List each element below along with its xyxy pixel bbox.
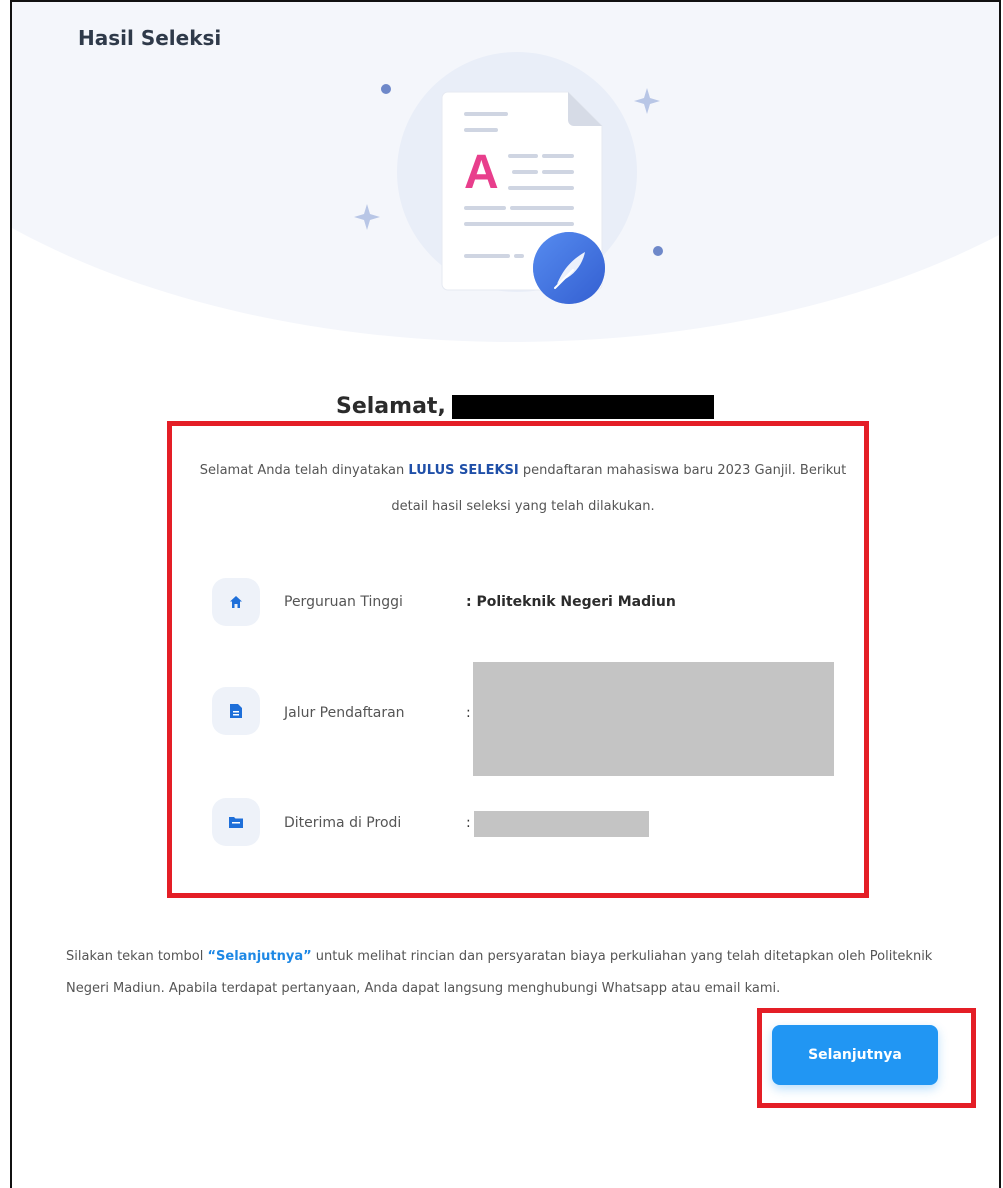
redacted-jalur-pendaftaran [473, 662, 834, 776]
detail-value-diterima-di-prodi: : [466, 815, 471, 831]
detail-label-jalur-pendaftaran: Jalur Pendaftaran [284, 705, 405, 721]
sparkle-decoration [634, 88, 660, 114]
document-illustration: A [354, 52, 663, 304]
dot-decoration [653, 246, 663, 256]
svg-text:A: A [464, 146, 499, 199]
sparkle-decoration [354, 204, 380, 230]
home-icon [212, 578, 260, 626]
note-selanjutnya-emphasis: “Selanjutnya” [207, 949, 312, 964]
redacted-name [451, 394, 714, 419]
status-lulus-seleksi: LULUS SELEKSI [408, 463, 519, 478]
document-icon [212, 687, 260, 735]
detail-row-perguruan-tinggi [212, 578, 260, 626]
detail-label-perguruan-tinggi: Perguruan Tinggi [284, 594, 403, 610]
detail-row-jalur-pendaftaran [212, 687, 260, 735]
greeting-text: Selamat, [336, 394, 446, 419]
detail-label-diterima-di-prodi: Diterima di Prodi [284, 815, 402, 831]
detail-row-diterima-di-prodi [212, 798, 260, 846]
selanjutnya-button[interactable]: Selanjutnya [772, 1025, 938, 1085]
detail-value-perguruan-tinggi: : Politeknik Negeri Madiun [466, 594, 676, 610]
greeting-heading: Selamat, [336, 394, 714, 419]
instruction-note: Silakan tekan tombol “Selanjutnya” untuk… [66, 941, 946, 1005]
feather-pen-icon [533, 232, 605, 304]
folder-icon [212, 798, 260, 846]
intro-text-before: Selamat Anda telah dinyatakan [199, 463, 409, 478]
redacted-prodi [474, 811, 649, 837]
detail-value-jalur-pendaftaran: : [466, 705, 471, 721]
dot-decoration [381, 84, 391, 94]
intro-message: Selamat Anda telah dinyatakan LULUS SELE… [190, 453, 856, 525]
note-text-before: Silakan tekan tombol [66, 949, 208, 964]
